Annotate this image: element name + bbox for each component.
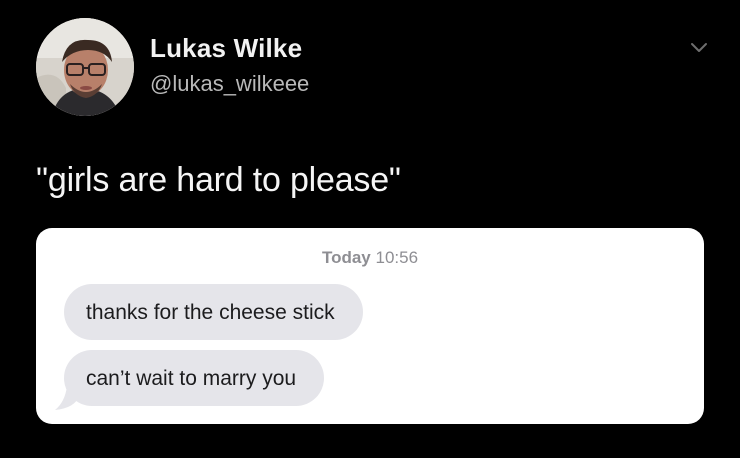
profile-photo [36, 18, 134, 116]
user-handle[interactable]: @lukas_wilkeee [150, 71, 309, 97]
timestamp-day: Today [321, 248, 371, 267]
received-message-bubble: thanks for the cheese stick [64, 284, 363, 340]
message-timestamp: Today 10:56 [36, 248, 704, 268]
chevron-down-icon[interactable] [688, 36, 710, 58]
message-text: can’t wait to marry you [86, 366, 297, 390]
received-message-bubble: can’t wait to marry you [64, 350, 325, 406]
message-screenshot-card[interactable]: Today 10:56 thanks for the cheese stick … [36, 228, 704, 424]
bubble-tail-icon [55, 386, 79, 410]
message-text: thanks for the cheese stick [86, 300, 335, 324]
timestamp-time: 10:56 [375, 248, 419, 267]
avatar[interactable] [36, 18, 134, 116]
tweet-text: "girls are hard to please" [36, 161, 401, 199]
display-name[interactable]: Lukas Wilke [150, 33, 302, 64]
